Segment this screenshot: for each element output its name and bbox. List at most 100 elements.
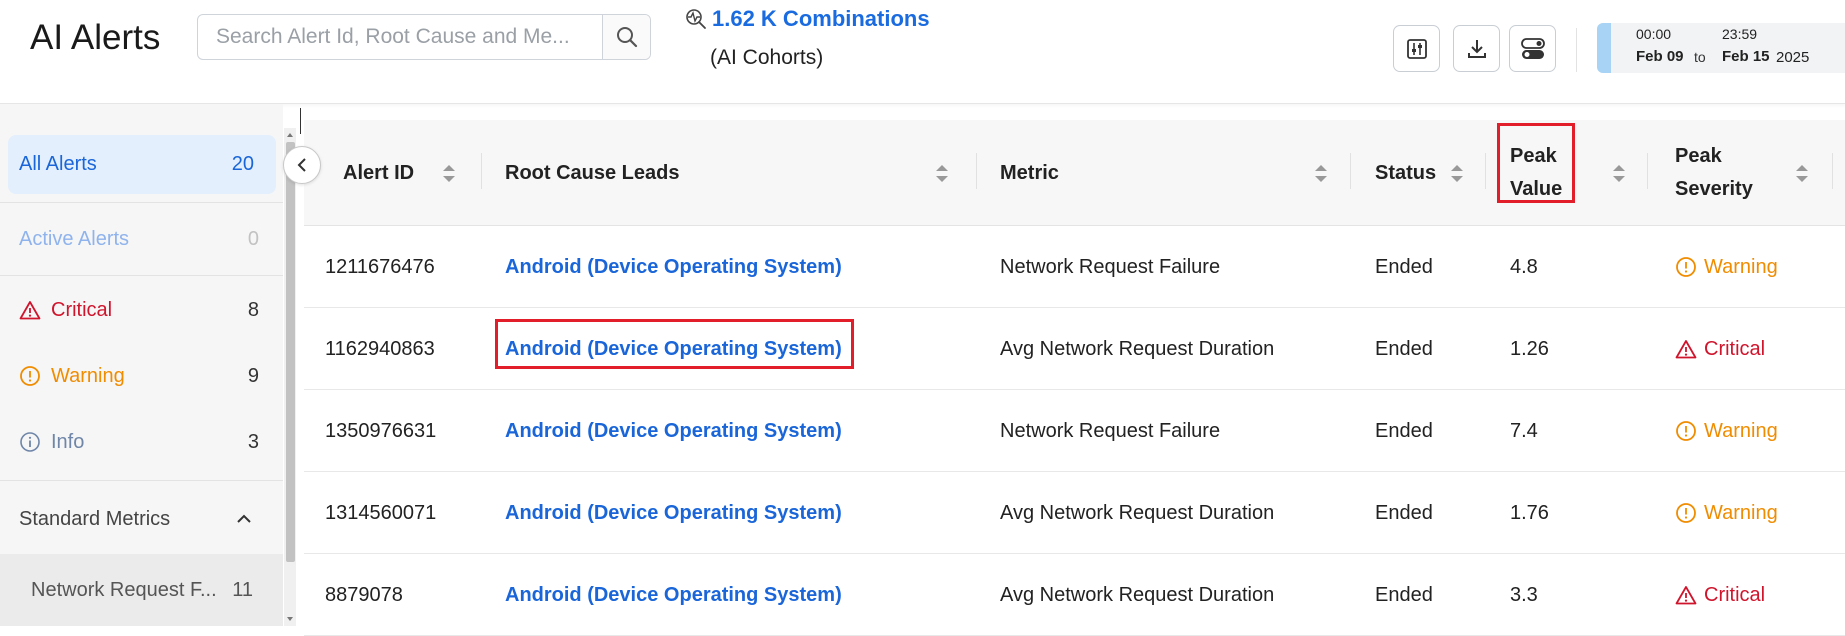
sidebar-scrollbar[interactable] <box>284 128 296 626</box>
warning-circle-icon <box>1676 257 1696 277</box>
sidebar-item-count: 8 <box>247 298 259 321</box>
column-header-label: Peak Severity <box>1675 145 1753 200</box>
sort-icon[interactable] <box>1314 164 1328 183</box>
root-cause-link[interactable]: Android (Device Operating System) <box>505 554 842 636</box>
search-button[interactable] <box>602 15 650 59</box>
toolbar-divider <box>1576 28 1577 72</box>
table-row[interactable]: 1314560071 Android (Device Operating Sys… <box>304 472 1845 554</box>
sidebar-item-count: 0 <box>247 227 259 250</box>
sidebar: All Alerts 20 Active Alerts 0 Critical 8… <box>0 104 283 626</box>
sort-icon[interactable] <box>442 164 456 183</box>
root-cause-link[interactable]: Android (Device Operating System) <box>505 472 842 554</box>
cell-metric: Network Request Failure <box>1000 419 1221 442</box>
column-divider <box>976 153 977 189</box>
combinations-subtitle: (AI Cohorts) <box>710 46 824 69</box>
severity-badge: Warning <box>1675 256 1778 279</box>
sidebar-item-label: Critical <box>51 298 113 321</box>
column-header-status[interactable]: Status <box>1375 120 1465 226</box>
column-divider <box>481 153 482 189</box>
severity-badge: Critical <box>1675 584 1765 607</box>
severity-badge: Warning <box>1675 420 1778 443</box>
table-row[interactable]: 1211676476 Android (Device Operating Sys… <box>304 226 1845 308</box>
cell-status: Ended <box>1375 501 1433 524</box>
cell-status: Ended <box>1375 255 1433 278</box>
column-divider <box>1647 153 1648 189</box>
column-header-label: Status <box>1375 161 1437 184</box>
cell-alert-id: 1314560071 <box>325 501 437 524</box>
sort-icon[interactable] <box>935 164 949 183</box>
column-divider <box>1832 153 1833 189</box>
cell-alert-id: 1350976631 <box>325 419 437 442</box>
sidebar-item-critical[interactable]: Critical 8 <box>0 282 283 338</box>
table-row[interactable]: 8879078 Android (Device Operating System… <box>304 554 1845 636</box>
sidebar-item-label: Network Request F... <box>31 578 217 601</box>
top-bar: AI Alerts 1.62 K Combinations (AI Cohort… <box>0 0 1845 104</box>
column-header-peak-severity[interactable]: Peak Severity <box>1675 120 1835 226</box>
sidebar-item-info[interactable]: Info 3 <box>0 414 283 470</box>
sort-icon[interactable] <box>1612 164 1626 183</box>
root-cause-link[interactable]: Android (Device Operating System) <box>505 226 842 308</box>
alerts-table: Alert ID Root Cause Leads Metric Status … <box>304 104 1845 636</box>
root-cause-link[interactable]: Android (Device Operating System) <box>505 390 842 472</box>
info-icon <box>20 432 40 452</box>
table-row[interactable]: 1350976631 Android (Device Operating Sys… <box>304 390 1845 472</box>
download-icon <box>1467 39 1486 58</box>
date-year: 2025 <box>1776 49 1810 66</box>
sidebar-item-warning[interactable]: Warning 9 <box>0 348 283 404</box>
collapse-sidebar-button[interactable] <box>283 146 321 184</box>
sidebar-item-all-alerts[interactable]: All Alerts 20 <box>8 135 276 194</box>
scrollbar-thumb[interactable] <box>286 142 295 562</box>
sidebar-item-network-request[interactable]: Network Request F... 11 <box>0 554 283 626</box>
sidebar-item-label: Warning <box>51 364 125 387</box>
column-header-root-cause[interactable]: Root Cause Leads <box>505 120 948 226</box>
cell-metric: Avg Network Request Duration <box>1000 501 1275 524</box>
warning-circle-icon <box>1676 421 1696 441</box>
download-button[interactable] <box>1453 25 1500 72</box>
cell-metric: Avg Network Request Duration <box>1000 583 1275 606</box>
sidebar-divider <box>0 275 283 276</box>
sidebar-item-label: Info <box>51 430 85 453</box>
sort-icon[interactable] <box>1795 164 1809 183</box>
date-range-picker[interactable]: 00:00 Feb 09 to 23:59 Feb 15 2025 <box>1597 23 1845 73</box>
search-input[interactable] <box>198 15 602 59</box>
column-header-alert-id[interactable]: Alert ID <box>343 120 483 226</box>
warning-circle-icon <box>1676 503 1696 523</box>
sidebar-item-count: 9 <box>247 364 259 387</box>
cell-alert-id: 1211676476 <box>325 255 435 278</box>
end-day: Feb 15 <box>1722 48 1770 65</box>
toggle-view-button[interactable] <box>1509 25 1556 72</box>
column-header-label: Metric <box>1000 161 1059 184</box>
sidebar-item-active-alerts[interactable]: Active Alerts 0 <box>0 208 283 270</box>
cell-alert-id: 1162940863 <box>325 337 435 360</box>
cell-peak-value: 1.26 <box>1510 337 1549 360</box>
filter-settings-button[interactable] <box>1393 25 1440 72</box>
sidebar-section-standard-metrics[interactable]: Standard Metrics <box>0 484 283 554</box>
start-time: 00:00 <box>1636 26 1672 42</box>
search-icon <box>616 27 637 48</box>
column-header-label: Root Cause Leads <box>505 161 680 184</box>
cell-alert-id: 8879078 <box>325 583 403 606</box>
sidebar-item-count: 3 <box>247 430 259 453</box>
column-header-label: Alert ID <box>343 161 415 184</box>
cell-peak-value: 1.76 <box>1510 501 1549 524</box>
highlight-peak-value-header <box>1497 123 1575 203</box>
date-to-label: to <box>1694 49 1706 65</box>
search-box <box>197 14 651 60</box>
sidebar-divider <box>0 202 283 203</box>
column-divider <box>1350 153 1351 189</box>
combinations-link[interactable]: 1.62 K Combinations <box>712 6 930 32</box>
chevron-up-icon <box>237 514 251 523</box>
severity-badge: Warning <box>1675 502 1778 525</box>
start-day: Feb 09 <box>1636 48 1684 65</box>
cohort-search-icon <box>686 9 706 29</box>
column-header-metric[interactable]: Metric <box>1000 120 1330 226</box>
warning-circle-icon <box>20 366 40 386</box>
sidebar-item-label: Active Alerts <box>19 227 130 250</box>
sort-icon[interactable] <box>1450 164 1464 183</box>
sidebar-item-count: 20 <box>231 153 254 175</box>
critical-warning-icon <box>1675 586 1697 605</box>
chevron-left-icon <box>297 158 306 172</box>
end-time: 23:59 <box>1722 26 1758 42</box>
cell-metric: Avg Network Request Duration <box>1000 337 1275 360</box>
highlight-root-cause-link <box>495 319 854 369</box>
